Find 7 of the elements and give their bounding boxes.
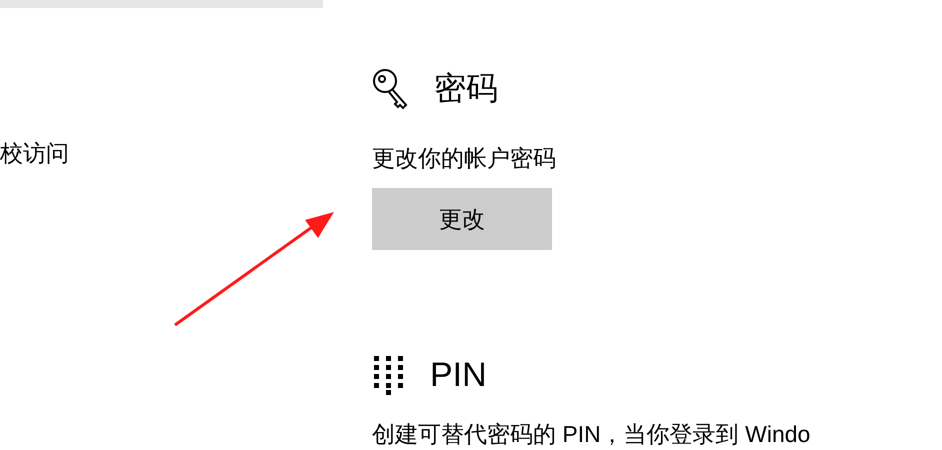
section-title: 密码 (434, 69, 498, 108)
description-text: 更改你的帐户密码 (372, 144, 557, 173)
keypad-icon (372, 354, 404, 396)
description-text: 创建可替代密码的 PIN，当你登录到 Windo (372, 420, 810, 449)
sidebar-item[interactable]: 校访问 (0, 136, 324, 170)
section-title: PIN (430, 355, 487, 395)
change-button[interactable]: 更改 (372, 188, 552, 250)
